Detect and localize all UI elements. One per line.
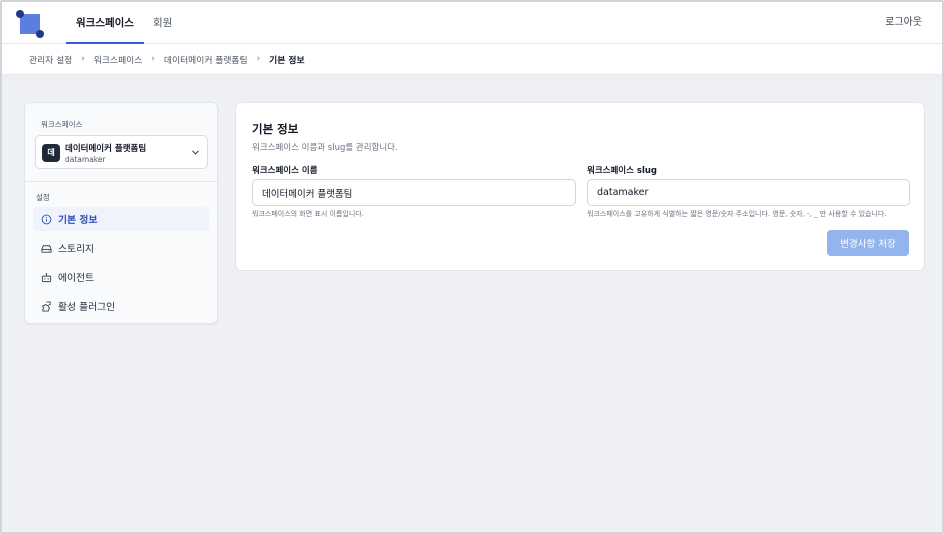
sidebar-item-label: 에이전트 [58, 273, 95, 284]
save-changes-button[interactable]: 변경사항 저장 [827, 230, 909, 256]
app-window: 워크스페이스 회원 로그아웃 관리자 설정 › 워크스페이스 › 데이터메이커 … [0, 0, 944, 534]
breadcrumb-admin-settings[interactable]: 관리자 설정 [29, 53, 72, 66]
workspace-slug: datamaker [65, 155, 106, 164]
workspace-name-label: 워크스페이스 이름 [252, 166, 318, 176]
logo-icon[interactable] [14, 8, 44, 40]
workspace-name-help: 워크스페이스의 화면 표시 이름입니다. [252, 210, 364, 218]
sidebar-item-label: 기본 정보 [58, 215, 98, 226]
sidebar-divider [25, 181, 217, 182]
workspace-slug-help: 워크스페이스를 고유하게 식별하는 짧은 영문/숫자 주소입니다. 영문, 숫자… [587, 210, 887, 218]
page-description: 워크스페이스 이름과 slug를 관리합니다. [252, 143, 398, 153]
workspace-label: 워크스페이스 [41, 120, 83, 129]
chevron-right-icon: › [81, 54, 85, 64]
breadcrumb-workspace[interactable]: 워크스페이스 [94, 53, 143, 66]
chevron-right-icon: › [256, 54, 261, 64]
robot-icon [41, 272, 52, 282]
info-icon [41, 214, 52, 224]
workspace-avatar: 데 [42, 144, 60, 162]
breadcrumb: 관리자 설정 › 워크스페이스 › 데이터메이커 플랫폼팀 › 기본 정보 [2, 44, 942, 75]
settings-section-label: 설정 [36, 193, 50, 202]
sidebar-item-label: 활성 플러그인 [58, 302, 116, 313]
chevron-down-icon [192, 150, 199, 155]
sidebar-item-label: 스토리지 [58, 244, 95, 255]
workspace-name: 데이터메이커 플랫폼팀 [65, 144, 147, 154]
basic-info-card: 기본 정보 워크스페이스 이름과 slug를 관리합니다. 워크스페이스 이름 … [235, 102, 925, 271]
sidebar-item-agent[interactable]: 에이전트 [33, 265, 209, 289]
workspace-selector[interactable]: 데 데이터메이커 플랫폼팀 datamaker [35, 135, 208, 169]
sidebar-item-storage[interactable]: 스토리지 [33, 236, 209, 260]
workspace-slug-label: 워크스페이스 slug [587, 166, 657, 176]
storage-icon [41, 244, 52, 253]
settings-sidebar: 워크스페이스 데 데이터메이커 플랫폼팀 datamaker 설정 기본 정보 [24, 102, 218, 324]
breadcrumb-current: 기본 정보 [269, 55, 305, 66]
logout-button[interactable]: 로그아웃 [885, 2, 922, 44]
workspace-slug-input[interactable] [587, 179, 910, 206]
top-nav: 워크스페이스 회원 로그아웃 [2, 2, 942, 44]
sidebar-item-active-plugins[interactable]: 활성 플러그인 [33, 294, 209, 318]
tab-workspace[interactable]: 워크스페이스 [66, 2, 144, 44]
page-title: 기본 정보 [252, 122, 299, 136]
puzzle-icon [42, 301, 51, 311]
breadcrumb-workspace-name[interactable]: 데이터메이커 플랫폼팀 [164, 53, 248, 66]
sidebar-item-basic-info[interactable]: 기본 정보 [33, 207, 209, 231]
chevron-right-icon: › [151, 54, 155, 64]
workspace-name-input[interactable] [252, 179, 576, 206]
tab-members[interactable]: 회원 [153, 2, 172, 44]
